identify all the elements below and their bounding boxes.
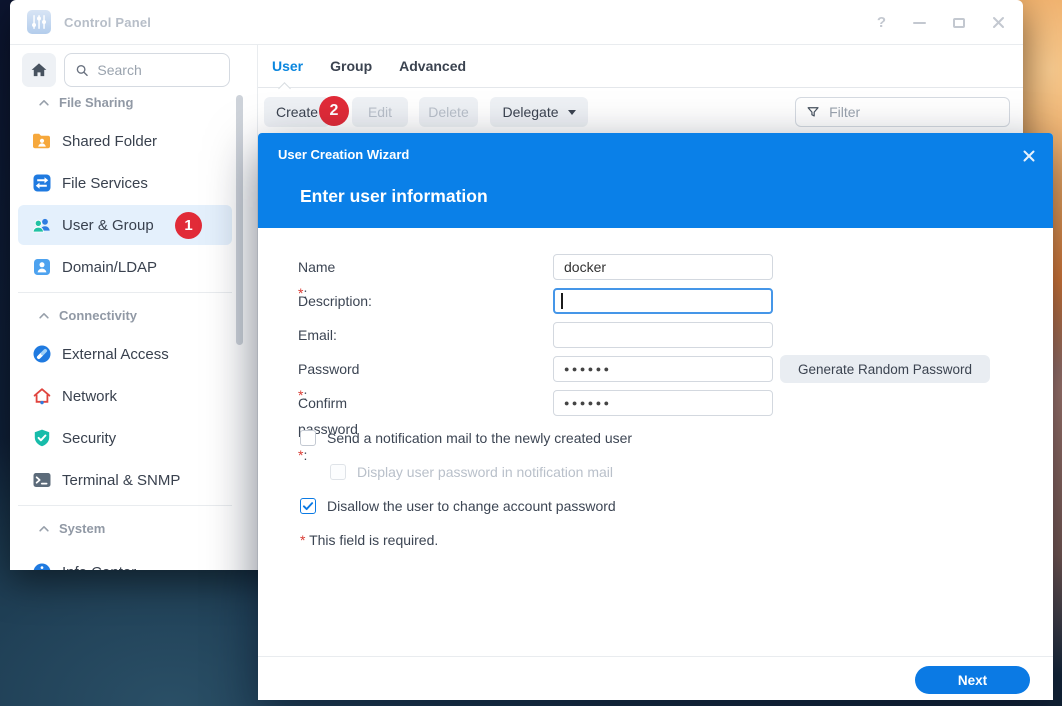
network-icon: [32, 386, 52, 406]
info-center-icon: [32, 562, 52, 570]
chevron-up-icon: [38, 523, 50, 535]
titlebar: Control Panel ?: [10, 0, 1023, 45]
password-field[interactable]: [553, 356, 773, 382]
filter-box[interactable]: [795, 97, 1010, 127]
sidebar-divider: [18, 292, 232, 293]
delegate-label: Delegate: [502, 104, 558, 120]
external-access-icon: [32, 344, 52, 364]
sidebar: File Sharing Shared Folder File Services: [10, 45, 258, 570]
generate-random-password-button[interactable]: Generate Random Password: [780, 355, 990, 383]
dialog-title: User Creation Wizard: [278, 147, 409, 162]
desktop: { "window": { "title": "Control Panel", …: [0, 0, 1062, 706]
checkbox-send-notification[interactable]: Send a notification mail to the newly cr…: [300, 429, 632, 447]
step-badge-2: 2: [319, 96, 349, 126]
minimize-button[interactable]: [913, 22, 926, 24]
checkbox-disabled-icon: [330, 464, 346, 480]
shared-folder-icon: [32, 131, 52, 151]
sidebar-item-security[interactable]: Security: [18, 418, 232, 458]
section-file-sharing[interactable]: File Sharing: [38, 95, 133, 110]
search-box[interactable]: [64, 53, 230, 87]
home-button[interactable]: [22, 53, 56, 87]
caret-down-icon: [568, 110, 576, 115]
sidebar-item-label: Domain/LDAP: [62, 259, 157, 276]
window-controls: ?: [877, 0, 1005, 45]
search-icon: [75, 62, 89, 79]
required-field-note: * This field is required.: [300, 532, 438, 548]
confirm-password-field[interactable]: [553, 390, 773, 416]
sidebar-item-label: Terminal & SNMP: [62, 472, 180, 489]
field-label: Email:: [298, 322, 337, 348]
dialog-close-button[interactable]: [1021, 148, 1037, 164]
section-label: Connectivity: [59, 308, 137, 323]
field-label: Description:: [298, 288, 372, 314]
sidebar-item-label: Network: [62, 388, 117, 405]
sidebar-item-label: Info Center: [62, 564, 136, 571]
checkbox-checked-icon: [300, 498, 316, 514]
maximize-icon: [953, 18, 965, 28]
window-title: Control Panel: [64, 15, 151, 30]
file-services-icon: [32, 173, 52, 193]
dialog-footer-divider: [258, 656, 1053, 657]
tab-user[interactable]: User: [272, 58, 303, 74]
tab-advanced[interactable]: Advanced: [399, 58, 466, 74]
sidebar-item-domain-ldap[interactable]: Domain/LDAP: [18, 247, 232, 287]
sidebar-item-file-services[interactable]: File Services: [18, 163, 232, 203]
tab-group[interactable]: Group: [330, 58, 372, 74]
tab-bar: User Group Advanced: [258, 45, 1023, 88]
user-creation-wizard-dialog: User Creation Wizard Enter user informat…: [258, 133, 1053, 700]
text-cursor: [561, 293, 563, 309]
delete-button[interactable]: Delete: [419, 97, 478, 127]
user-group-icon: [32, 215, 52, 235]
section-system[interactable]: System: [38, 521, 105, 536]
minimize-icon: [913, 22, 926, 24]
sidebar-item-label: User & Group: [62, 217, 154, 234]
sidebar-divider: [18, 505, 232, 506]
checkbox-unchecked-icon: [300, 430, 316, 446]
chevron-up-icon: [38, 97, 50, 109]
step-badge-1: 1: [175, 212, 202, 239]
sidebar-item-label: Security: [62, 430, 116, 447]
terminal-icon: [32, 470, 52, 490]
sidebar-item-terminal-snmp[interactable]: Terminal & SNMP: [18, 460, 232, 500]
domain-ldap-icon: [32, 257, 52, 277]
checkbox-label: Send a notification mail to the newly cr…: [327, 430, 632, 446]
close-icon: [992, 16, 1005, 29]
section-label: File Sharing: [59, 95, 133, 110]
sidebar-item-label: Shared Folder: [62, 133, 157, 150]
checkbox-display-password[interactable]: Display user password in notification ma…: [330, 463, 613, 481]
sidebar-item-label: External Access: [62, 346, 169, 363]
checkbox-label: Display user password in notification ma…: [357, 464, 613, 480]
sidebar-item-shared-folder[interactable]: Shared Folder: [18, 121, 232, 161]
section-label: System: [59, 521, 105, 536]
sidebar-item-external-access[interactable]: External Access: [18, 334, 232, 374]
help-button[interactable]: ?: [877, 14, 886, 31]
dialog-header: User Creation Wizard Enter user informat…: [258, 133, 1053, 228]
edit-button[interactable]: Edit: [352, 97, 408, 127]
close-icon: [1022, 149, 1036, 163]
sidebar-scrollbar[interactable]: [236, 95, 243, 345]
filter-funnel-icon: [806, 104, 820, 120]
security-shield-icon: [32, 428, 52, 448]
checkbox-label: Disallow the user to change account pass…: [327, 498, 616, 514]
home-icon: [30, 61, 48, 79]
dialog-step-heading: Enter user information: [300, 186, 488, 207]
filter-input[interactable]: [829, 104, 1001, 120]
maximize-button[interactable]: [953, 18, 965, 28]
name-field[interactable]: [553, 254, 773, 280]
email-field[interactable]: [553, 322, 773, 348]
close-window-button[interactable]: [992, 16, 1005, 29]
sidebar-item-label: File Services: [62, 175, 148, 192]
sidebar-item-info-center[interactable]: Info Center: [18, 552, 232, 570]
checkmark-icon: [302, 500, 314, 512]
sidebar-item-network[interactable]: Network: [18, 376, 232, 416]
description-field[interactable]: [553, 288, 773, 314]
chevron-up-icon: [38, 310, 50, 322]
checkbox-disallow-password-change[interactable]: Disallow the user to change account pass…: [300, 497, 616, 515]
delegate-dropdown-button[interactable]: Delegate: [490, 97, 588, 127]
search-input[interactable]: [97, 62, 221, 78]
section-connectivity[interactable]: Connectivity: [38, 308, 137, 323]
control-panel-icon: [27, 10, 51, 34]
next-button[interactable]: Next: [915, 666, 1030, 694]
